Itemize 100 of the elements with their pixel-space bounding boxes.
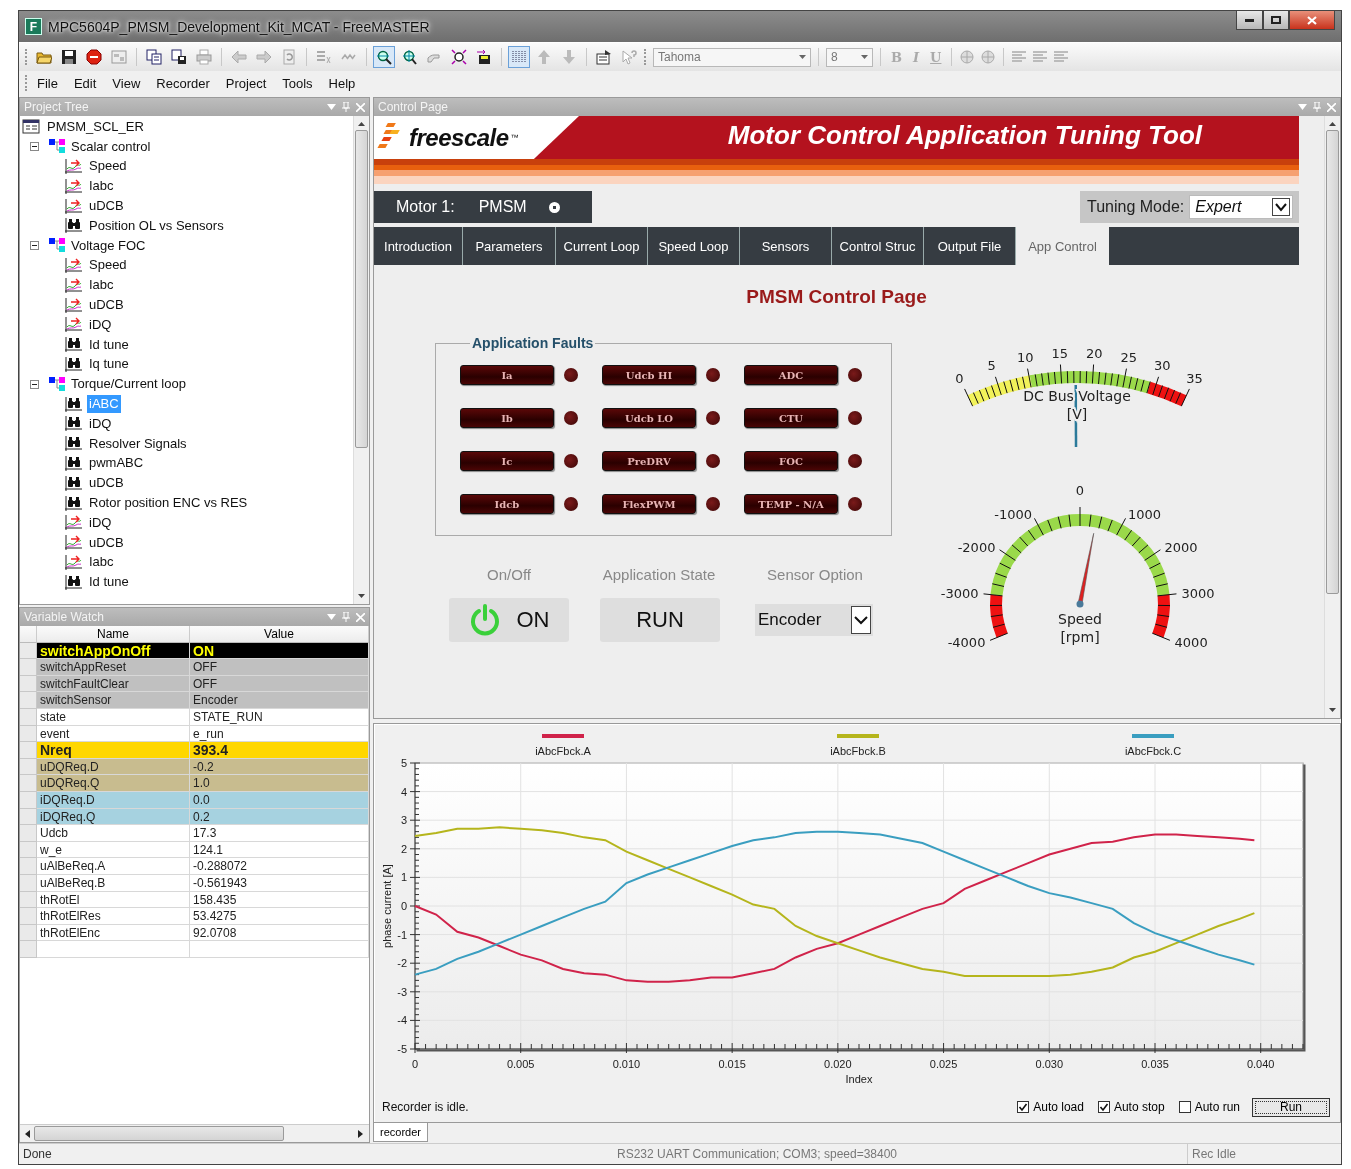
fault-indicator[interactable]: Udcb HI bbox=[602, 365, 696, 385]
radio-button[interactable] bbox=[548, 201, 560, 213]
tab[interactable]: Speed Loop bbox=[648, 227, 740, 265]
window-icon[interactable] bbox=[109, 47, 129, 67]
column-header[interactable]: Name bbox=[37, 626, 190, 643]
fault-indicator[interactable]: FOC bbox=[744, 451, 838, 471]
fault-indicator[interactable]: Ib bbox=[460, 408, 554, 428]
menu-item[interactable]: Tools bbox=[274, 75, 321, 91]
printer-icon[interactable] bbox=[194, 47, 214, 67]
fault-indicator[interactable]: Ic bbox=[460, 451, 554, 471]
fault-indicator[interactable]: FlexPWM bbox=[602, 494, 696, 514]
checkbox[interactable] bbox=[1178, 1101, 1191, 1113]
tuning-select[interactable]: Expert bbox=[1189, 195, 1294, 219]
tree-item[interactable]: Resolver Signals bbox=[87, 434, 189, 453]
tree-item[interactable]: Id tune bbox=[87, 335, 131, 354]
tab[interactable]: Control Struc bbox=[832, 227, 924, 265]
row-header[interactable] bbox=[20, 858, 37, 875]
column-header[interactable]: Value bbox=[190, 626, 369, 643]
tree-item[interactable]: Speed bbox=[87, 256, 129, 275]
tree-item[interactable]: uDCB bbox=[87, 296, 126, 315]
scroll-thumb[interactable] bbox=[34, 1126, 284, 1141]
tree-item[interactable]: Position OL vs Sensors bbox=[87, 216, 226, 235]
tab[interactable]: Parameters bbox=[463, 227, 556, 265]
menu-item[interactable]: Help bbox=[320, 75, 364, 91]
tree-item[interactable]: iDQ bbox=[87, 414, 114, 433]
tree-item[interactable]: iDQ bbox=[87, 513, 114, 532]
tree-item[interactable]: Iabc bbox=[87, 276, 116, 295]
font-field[interactable]: Tahoma bbox=[653, 47, 811, 67]
run-button[interactable]: Run bbox=[1252, 1097, 1330, 1117]
menu-item[interactable]: File bbox=[29, 75, 66, 91]
menu-item[interactable]: Project bbox=[217, 75, 275, 91]
minimize-button[interactable] bbox=[1236, 11, 1263, 30]
close-button[interactable] bbox=[1289, 11, 1335, 30]
row-header[interactable] bbox=[20, 908, 37, 925]
close-icon[interactable] bbox=[356, 102, 365, 112]
dotted-columns-icon[interactable] bbox=[509, 47, 529, 67]
tree-item[interactable]: iDQ bbox=[87, 315, 114, 334]
fault-indicator[interactable]: Udcb LO bbox=[602, 408, 696, 428]
state-button[interactable]: RUN bbox=[600, 598, 720, 642]
fault-indicator[interactable]: Idcb bbox=[460, 494, 554, 514]
tab[interactable]: recorder bbox=[373, 1123, 428, 1142]
tree-item[interactable]: uDCB bbox=[87, 197, 126, 216]
tree-item[interactable]: PMSM_SCL_ER bbox=[45, 117, 146, 136]
fault-indicator[interactable]: PreDRV bbox=[602, 451, 696, 471]
tab[interactable]: App Control bbox=[1016, 227, 1109, 265]
scroll-up-icon[interactable] bbox=[358, 122, 365, 126]
tree-item[interactable]: pwmABC bbox=[87, 454, 146, 473]
tree-item[interactable]: Iabc bbox=[87, 177, 116, 196]
tab[interactable]: Introduction bbox=[374, 227, 463, 265]
globe-icon[interactable] bbox=[959, 49, 976, 65]
stop-sign-icon[interactable] bbox=[84, 47, 104, 67]
font-size-field[interactable]: 8 bbox=[826, 47, 873, 67]
row-header[interactable] bbox=[20, 692, 37, 709]
pin-icon[interactable] bbox=[342, 612, 350, 622]
menu-item[interactable]: Recorder bbox=[148, 75, 218, 91]
tree-item[interactable]: uDCB bbox=[87, 474, 126, 493]
menu-item[interactable]: Edit bbox=[65, 75, 105, 91]
scroll-up-icon[interactable] bbox=[1329, 122, 1336, 126]
magnifier-corners-icon[interactable] bbox=[449, 47, 469, 67]
fault-indicator[interactable]: ADC bbox=[744, 365, 838, 385]
row-header[interactable] bbox=[20, 941, 37, 958]
help-cursor-icon[interactable] bbox=[619, 47, 639, 67]
pin-icon[interactable] bbox=[342, 102, 350, 112]
globe-icon[interactable] bbox=[980, 49, 997, 65]
pin-icon[interactable] bbox=[1313, 102, 1321, 112]
tree-item[interactable]: Scalar control bbox=[69, 137, 153, 156]
checkbox[interactable] bbox=[1097, 1101, 1110, 1113]
scroll-thumb[interactable] bbox=[1326, 130, 1339, 594]
scroll-left-icon[interactable] bbox=[25, 1129, 30, 1138]
tree-item[interactable]: Torque/Current loop bbox=[69, 375, 188, 394]
documents-icon[interactable] bbox=[144, 47, 164, 67]
align-icon[interactable] bbox=[1053, 49, 1070, 65]
menu-item[interactable]: View bbox=[104, 75, 149, 91]
checkbox[interactable] bbox=[1017, 1101, 1030, 1113]
fault-indicator[interactable]: Ia bbox=[460, 365, 554, 385]
scroll-down-icon[interactable] bbox=[358, 594, 365, 598]
align-icon[interactable] bbox=[1011, 49, 1028, 65]
fault-indicator[interactable]: TEMP - N/A bbox=[744, 494, 838, 514]
close-icon[interactable] bbox=[356, 612, 365, 622]
dropdown-icon[interactable] bbox=[327, 104, 336, 110]
row-header[interactable] bbox=[20, 825, 37, 842]
row-header[interactable] bbox=[20, 775, 37, 792]
tree-item[interactable]: Rotor position ENC vs RES bbox=[87, 494, 250, 513]
row-header[interactable] bbox=[20, 742, 37, 759]
fault-indicator[interactable]: CTU bbox=[744, 408, 838, 428]
scroll-thumb[interactable] bbox=[355, 130, 368, 448]
collapse-toggle[interactable] bbox=[30, 142, 39, 152]
dropdown-icon[interactable] bbox=[1298, 104, 1307, 110]
tree-item[interactable]: Voltage FOC bbox=[69, 236, 148, 255]
tree-item[interactable]: Speed bbox=[87, 157, 129, 176]
tree-item[interactable]: Iq tune bbox=[87, 355, 131, 374]
on-button[interactable]: ON bbox=[449, 598, 569, 642]
collapse-toggle[interactable] bbox=[30, 241, 39, 251]
tab[interactable]: Current Loop bbox=[556, 227, 648, 265]
tree-item[interactable]: uDCB bbox=[87, 533, 126, 552]
collapse-toggle[interactable] bbox=[30, 379, 39, 389]
row-header[interactable] bbox=[20, 659, 37, 676]
tree-item[interactable]: Id tune bbox=[87, 573, 131, 592]
align-icon[interactable] bbox=[1032, 49, 1049, 65]
tree-item[interactable]: Iabc bbox=[87, 553, 116, 572]
